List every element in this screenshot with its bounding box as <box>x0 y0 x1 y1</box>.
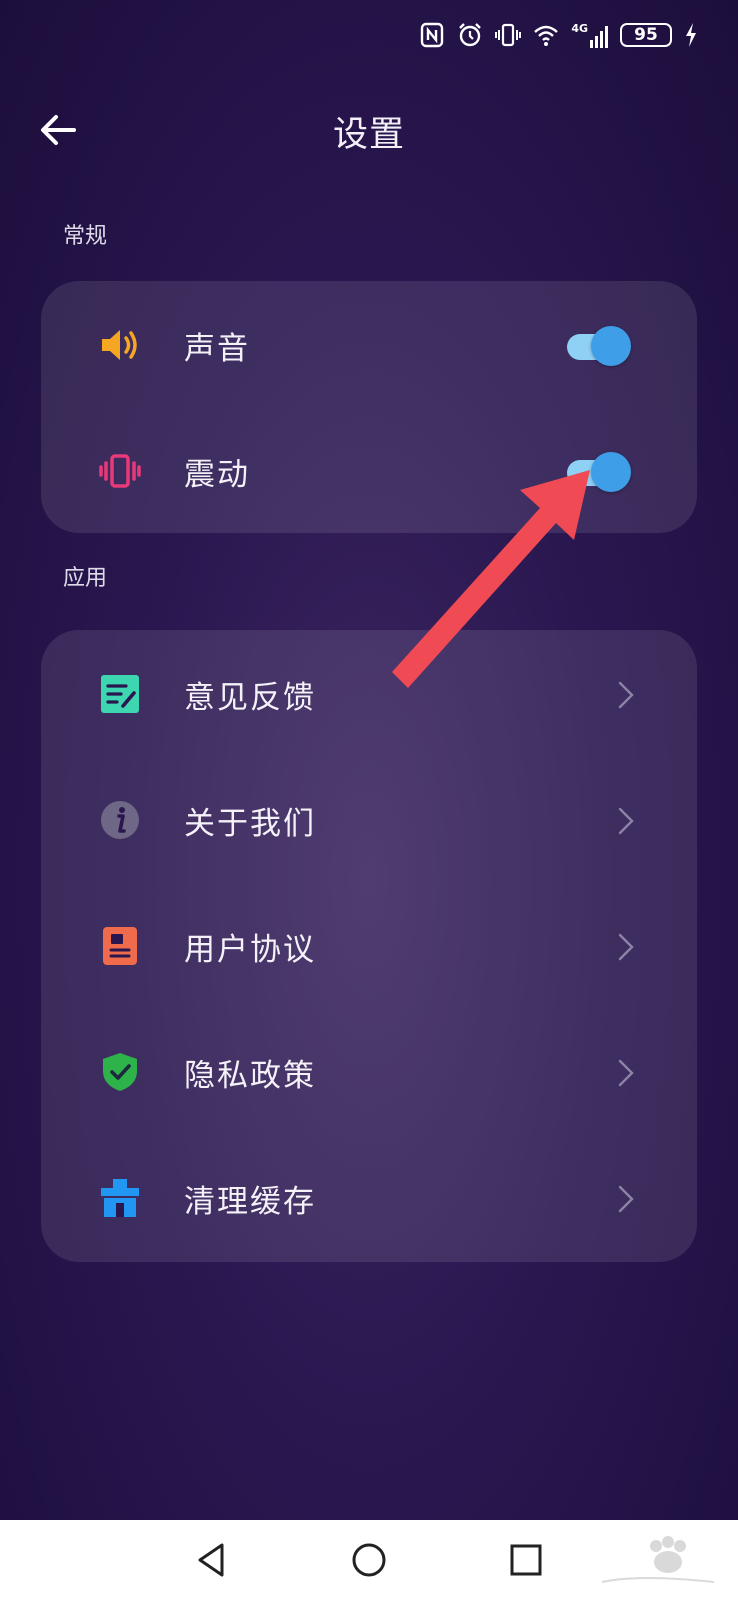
signal-4g-icon: 4G <box>571 22 608 48</box>
battery-indicator: 95 <box>620 23 672 47</box>
vibrate-icon <box>495 23 522 47</box>
setting-row-sound[interactable]: 声音 <box>41 281 697 407</box>
info-icon <box>99 799 141 841</box>
agreement-icon <box>99 925 141 967</box>
setting-label-clear-cache: 清理缓存 <box>184 1184 316 1220</box>
shield-check-icon <box>99 1051 141 1093</box>
wifi-icon <box>534 25 559 46</box>
setting-row-privacy-policy[interactable]: 隐私政策 <box>41 1008 697 1134</box>
toggle-knob <box>591 452 631 492</box>
setting-row-user-agreement[interactable]: 用户协议 <box>41 882 697 1008</box>
setting-label-feedback: 意见反馈 <box>184 680 316 716</box>
chevron-right-icon <box>618 933 634 961</box>
feedback-icon <box>99 673 141 715</box>
page-title: 设置 <box>332 115 405 155</box>
charging-icon <box>686 23 696 47</box>
setting-label-vibration: 震动 <box>184 457 250 493</box>
navigation-bar <box>0 1520 738 1600</box>
nfc-icon <box>421 22 444 48</box>
speaker-icon <box>99 324 141 366</box>
app-settings-card: 意见反馈 关于我们 用户协议 隐私政策 清理缓存 <box>41 630 697 1262</box>
setting-label-sound: 声音 <box>184 331 250 367</box>
chevron-right-icon <box>618 681 634 709</box>
home-circle-icon[interactable] <box>347 1538 391 1582</box>
general-settings-card: 声音 震动 <box>41 281 697 533</box>
setting-row-about[interactable]: 关于我们 <box>41 756 697 882</box>
section-title-apps: 应用 <box>63 566 108 591</box>
section-title-general: 常规 <box>63 224 108 249</box>
alarm-icon <box>459 23 482 47</box>
recents-square-icon[interactable] <box>504 1538 548 1582</box>
chevron-right-icon <box>618 807 634 835</box>
sound-toggle[interactable] <box>567 326 631 366</box>
status-bar: 4G 95 <box>419 18 698 52</box>
back-triangle-icon[interactable] <box>190 1538 234 1582</box>
setting-row-vibration[interactable]: 震动 <box>41 407 697 533</box>
watermark-logo <box>601 1536 715 1583</box>
network-type-label: 4G <box>571 22 588 35</box>
vibrate-icon <box>99 450 141 492</box>
setting-label-user-agreement: 用户协议 <box>184 932 316 968</box>
setting-label-privacy-policy: 隐私政策 <box>184 1058 316 1094</box>
setting-row-clear-cache[interactable]: 清理缓存 <box>41 1134 697 1260</box>
header: 设置 <box>0 100 738 160</box>
chevron-right-icon <box>618 1059 634 1087</box>
toolbox-icon <box>99 1177 141 1219</box>
setting-row-feedback[interactable]: 意见反馈 <box>41 630 697 756</box>
toggle-knob <box>591 326 631 366</box>
chevron-right-icon <box>618 1185 634 1213</box>
setting-label-about: 关于我们 <box>184 806 316 842</box>
vibration-toggle[interactable] <box>567 452 631 492</box>
